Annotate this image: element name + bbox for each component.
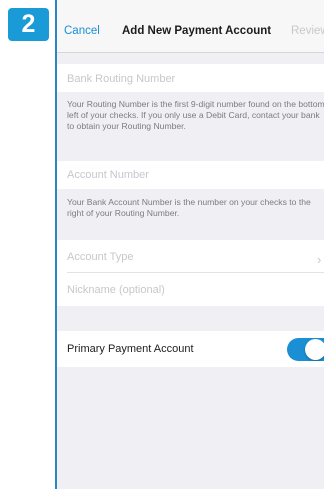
account-type-row[interactable]: Account Type › bbox=[57, 240, 324, 273]
routing-number-input[interactable]: Bank Routing Number bbox=[67, 73, 175, 85]
primary-account-label: Primary Payment Account bbox=[67, 343, 194, 355]
chevron-right-icon: › bbox=[317, 252, 322, 267]
account-type-label: Account Type bbox=[67, 251, 134, 263]
account-number-field[interactable]: Account Number bbox=[57, 161, 324, 189]
primary-account-toggle[interactable] bbox=[287, 338, 324, 361]
phone-screen: Cancel Add New Payment Account Review Ba… bbox=[55, 0, 324, 489]
account-number-input[interactable]: Account Number bbox=[67, 169, 149, 181]
routing-number-helper-text: Your Routing Number is the first 9-digit… bbox=[67, 99, 324, 132]
review-button[interactable]: Review bbox=[291, 25, 324, 37]
page-title: Add New Payment Account bbox=[122, 25, 272, 37]
nickname-input[interactable]: Nickname (optional) bbox=[67, 284, 165, 296]
step-number-badge: 2 bbox=[8, 8, 49, 41]
navigation-bar: Cancel Add New Payment Account Review bbox=[57, 0, 324, 53]
primary-account-row: Primary Payment Account bbox=[57, 331, 324, 367]
account-number-helper-text: Your Bank Account Number is the number o… bbox=[67, 197, 311, 219]
nickname-field[interactable]: Nickname (optional) bbox=[57, 273, 324, 306]
routing-number-field[interactable]: Bank Routing Number bbox=[57, 64, 324, 92]
toggle-knob bbox=[305, 339, 324, 360]
cancel-button[interactable]: Cancel bbox=[64, 25, 100, 37]
